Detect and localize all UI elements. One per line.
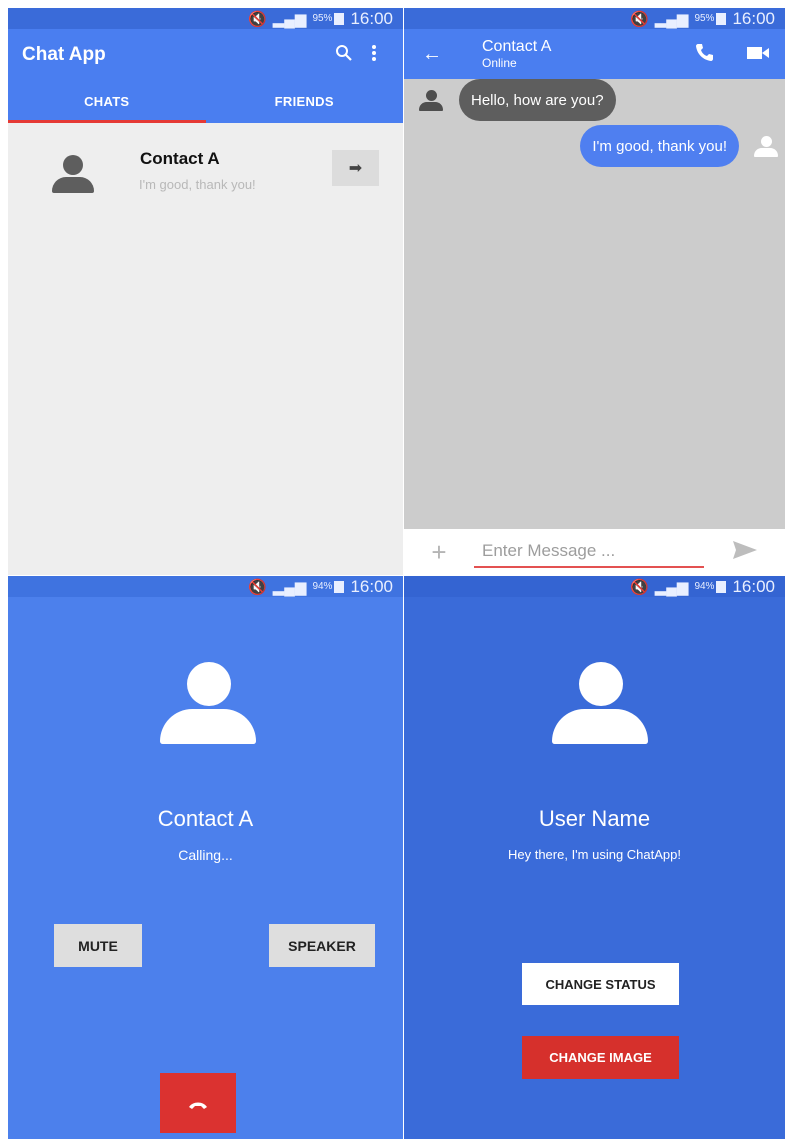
battery-icon	[716, 580, 727, 593]
mute-button[interactable]: MUTE	[54, 924, 142, 967]
phone-icon[interactable]	[677, 42, 731, 67]
tab-friends[interactable]: FRIENDS	[206, 81, 404, 123]
change-image-button[interactable]: CHANGE IMAGE	[522, 1036, 679, 1079]
battery-percent: 94%	[694, 581, 715, 592]
battery-percent: 95%	[312, 13, 333, 24]
battery-indicator: 95%	[312, 12, 345, 25]
outgoing-message: I'm good, thank you!	[580, 125, 739, 167]
clock: 16:00	[732, 8, 775, 28]
clock: 16:00	[350, 8, 393, 28]
send-icon[interactable]	[704, 539, 785, 565]
caller-avatar	[160, 662, 256, 752]
profile-status-text: Hey there, I'm using ChatApp!	[507, 847, 681, 862]
clock: 16:00	[350, 576, 393, 596]
user-avatar	[753, 136, 779, 158]
app-title: Chat App	[22, 44, 106, 65]
battery-icon	[334, 12, 345, 25]
status-bar: 🔇 ▂▄▆ 94% 16:00	[8, 576, 403, 597]
battery-indicator: 95%	[694, 12, 727, 25]
speaker-button[interactable]: SPEAKER	[269, 924, 375, 967]
chat-last-message: I'm good, thank you!	[139, 177, 256, 192]
message-composer: + Enter Message ...	[404, 529, 785, 575]
contact-name: Contact A	[482, 38, 552, 55]
signal-icon: ▂▄▆	[654, 578, 689, 596]
clock: 16:00	[732, 576, 775, 596]
contact-status: Online	[482, 56, 517, 70]
open-chat-button[interactable]: ➡	[332, 150, 379, 186]
arrow-right-icon: ➡	[348, 160, 363, 177]
more-vert-icon[interactable]	[359, 44, 389, 67]
contact-avatar	[418, 90, 444, 112]
app-bar: Chat App	[8, 29, 403, 81]
video-call-icon[interactable]	[731, 44, 785, 65]
call-status: Calling...	[178, 847, 233, 863]
signal-icon: ▂▄▆	[272, 578, 307, 596]
battery-indicator: 94%	[694, 580, 727, 593]
hangup-icon	[188, 1090, 208, 1116]
signal-icon: ▂▄▆	[272, 10, 307, 28]
mute-notification-icon: 🔇	[630, 10, 649, 28]
tab-chats[interactable]: CHATS	[8, 81, 206, 123]
battery-indicator: 94%	[312, 580, 345, 593]
battery-percent: 95%	[694, 13, 715, 24]
search-icon[interactable]	[329, 44, 359, 67]
contact-header[interactable]: Contact A Online	[460, 38, 677, 70]
tab-bar: CHATS FRIENDS	[8, 81, 403, 123]
chat-list-item[interactable]: Contact A I'm good, thank you! ➡	[8, 123, 403, 207]
profile-avatar[interactable]	[552, 662, 648, 752]
status-bar: 🔇 ▂▄▆ 94% 16:00	[404, 576, 785, 597]
back-arrow-icon[interactable]: ←	[404, 43, 460, 66]
mute-notification-icon: 🔇	[248, 578, 267, 596]
incoming-message: Hello, how are you?	[459, 79, 616, 121]
avatar	[50, 155, 96, 195]
status-bar: 🔇 ▂▄▆ 95% 16:00	[8, 8, 403, 29]
battery-icon	[716, 12, 727, 25]
mute-notification-icon: 🔇	[630, 578, 649, 596]
call-contact-name: Contact A	[157, 806, 254, 831]
status-bar: 🔇 ▂▄▆ 95% 16:00	[404, 8, 785, 29]
signal-icon: ▂▄▆	[654, 10, 689, 28]
chat-list-screen: 🔇 ▂▄▆ 95% 16:00 Chat App CHATS FRIENDS C…	[8, 8, 403, 575]
hangup-button[interactable]	[160, 1073, 236, 1133]
calling-screen: 🔇 ▂▄▆ 94% 16:00 Contact A Calling... MUT…	[8, 576, 403, 1139]
battery-icon	[334, 580, 345, 593]
battery-percent: 94%	[312, 581, 333, 592]
profile-screen: 🔇 ▂▄▆ 94% 16:00 User Name Hey there, I'm…	[404, 576, 785, 1139]
profile-user-name: User Name	[538, 806, 651, 831]
change-status-button[interactable]: CHANGE STATUS	[522, 963, 679, 1005]
message-input[interactable]: Enter Message ...	[474, 536, 704, 568]
chat-contact-name: Contact A	[140, 149, 220, 168]
conversation-app-bar: ← Contact A Online	[404, 29, 785, 79]
plus-icon[interactable]: +	[404, 537, 474, 568]
mute-notification-icon: 🔇	[248, 10, 267, 28]
conversation-screen: 🔇 ▂▄▆ 95% 16:00 ← Contact A Online Hello…	[404, 8, 785, 575]
